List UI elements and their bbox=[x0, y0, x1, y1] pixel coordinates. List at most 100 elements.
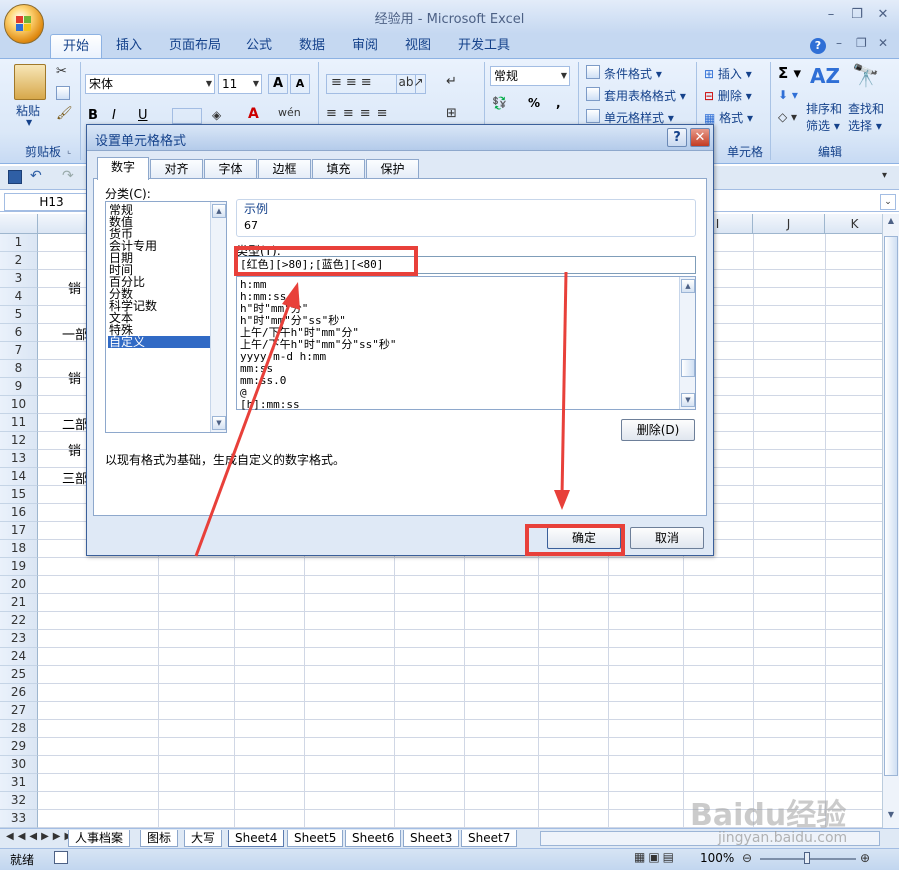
row-header[interactable]: 16 bbox=[0, 504, 38, 522]
insert-cells-button[interactable]: ⊞ 插入 ▾ bbox=[704, 65, 752, 82]
undo-icon[interactable]: ↶ bbox=[30, 168, 42, 184]
row-header[interactable]: 27 bbox=[0, 702, 38, 720]
row-header[interactable]: 33 bbox=[0, 810, 38, 828]
row-header[interactable]: 25 bbox=[0, 666, 38, 684]
format-list[interactable]: h:mm h:mm:ss h"时"mm"分" h"时"mm"分"ss"秒" 上午/下午h… bbox=[236, 276, 696, 411]
expand-formula-icon[interactable]: ⌄ bbox=[880, 194, 896, 210]
sheet-tab[interactable]: 图标 bbox=[140, 830, 179, 847]
delete-format-button[interactable]: 删除(D) bbox=[621, 419, 695, 441]
scroll-down-icon[interactable]: ▼ bbox=[212, 416, 226, 430]
row-header[interactable]: 3 bbox=[0, 270, 38, 288]
row-header[interactable]: 5 bbox=[0, 306, 38, 324]
find-select-icon[interactable]: 🔭 bbox=[852, 64, 879, 89]
row-header[interactable]: 19 bbox=[0, 558, 38, 576]
tab-number[interactable]: 数字 bbox=[97, 157, 149, 180]
scroll-up-icon[interactable]: ▲ bbox=[212, 204, 226, 218]
row-header[interactable]: 14 bbox=[0, 468, 38, 486]
sheet-tab[interactable]: Sheet3 bbox=[403, 830, 460, 847]
paste-icon[interactable] bbox=[14, 64, 46, 100]
tab-formulas[interactable]: 公式 bbox=[234, 34, 284, 58]
row-header[interactable]: 9 bbox=[0, 378, 38, 396]
scroll-up-icon[interactable]: ▲ bbox=[884, 216, 898, 230]
ribbon-restore-icon[interactable]: ❐ bbox=[856, 36, 867, 50]
sheet-tab-active[interactable]: Sheet4 bbox=[228, 830, 285, 847]
autosum-icon[interactable]: Σ ▾ bbox=[778, 64, 801, 82]
help-icon[interactable]: ? bbox=[810, 38, 826, 54]
font-name-combo[interactable]: 宋体 ▼ bbox=[85, 74, 215, 94]
row-header[interactable]: 24 bbox=[0, 648, 38, 666]
zoom-slider-thumb[interactable] bbox=[804, 852, 810, 864]
row-header[interactable]: 8 bbox=[0, 360, 38, 378]
italic-icon[interactable]: I bbox=[112, 108, 116, 123]
ok-button[interactable]: 确定 bbox=[547, 527, 621, 549]
font-color-icon[interactable]: A bbox=[248, 106, 259, 122]
save-icon[interactable] bbox=[8, 170, 22, 184]
number-format-combo[interactable]: 常规 ▼ bbox=[490, 66, 570, 86]
category-list[interactable]: 常规 数值 货币 会计专用 日期 时间 百分比 分数 科学记数 文本 特殊 自定义 ▲ ▼ bbox=[105, 201, 227, 433]
sort-filter-button[interactable]: 排序和 筛选 ▾ bbox=[806, 100, 842, 134]
tab-review[interactable]: 审阅 bbox=[340, 34, 390, 58]
dialog-launcher-icon[interactable]: ⌞ bbox=[67, 146, 71, 156]
delete-cells-button[interactable]: ⊟ 删除 ▾ bbox=[704, 87, 752, 104]
font-size-combo[interactable]: 11 ▼ bbox=[218, 74, 262, 94]
find-select-button[interactable]: 查找和 选择 ▾ bbox=[848, 100, 884, 134]
phonetic-icon[interactable]: wén bbox=[278, 106, 301, 119]
zoom-out-icon[interactable]: ⊖ bbox=[742, 851, 752, 865]
restore-icon[interactable]: ❐ bbox=[846, 6, 868, 24]
scroll-down-icon[interactable]: ▼ bbox=[884, 810, 898, 824]
row-header[interactable]: 26 bbox=[0, 684, 38, 702]
comma-style-button[interactable]: , bbox=[556, 96, 561, 110]
row-header[interactable]: 10 bbox=[0, 396, 38, 414]
horizontal-align-icons[interactable]: ≡≡≡≡ bbox=[326, 106, 446, 126]
grow-font-icon[interactable]: A bbox=[268, 74, 288, 94]
close-icon[interactable]: ✕ bbox=[872, 6, 894, 24]
cancel-button[interactable]: 取消 bbox=[630, 527, 704, 549]
tab-font[interactable]: 字体 bbox=[204, 159, 257, 179]
row-header[interactable]: 18 bbox=[0, 540, 38, 558]
row-header[interactable]: 21 bbox=[0, 594, 38, 612]
format-item[interactable]: [h]:mm:ss bbox=[240, 399, 300, 411]
category-item[interactable]: 自定义 bbox=[108, 336, 210, 348]
tab-page-layout[interactable]: 页面布局 bbox=[157, 34, 233, 58]
fill-icon[interactable]: ⬇ ▾ bbox=[778, 88, 798, 102]
row-header[interactable]: 22 bbox=[0, 612, 38, 630]
row-header[interactable]: 17 bbox=[0, 522, 38, 540]
format-painter-icon[interactable]: 🖌 bbox=[56, 106, 73, 121]
category-scrollbar[interactable]: ▲ ▼ bbox=[210, 202, 226, 432]
row-header[interactable]: 31 bbox=[0, 774, 38, 792]
scroll-up-icon[interactable]: ▲ bbox=[681, 279, 695, 293]
row-header[interactable]: 4 bbox=[0, 288, 38, 306]
row-header[interactable]: 23 bbox=[0, 630, 38, 648]
view-buttons[interactable]: ▦▣▤ bbox=[634, 850, 694, 866]
row-header[interactable]: 12 bbox=[0, 432, 38, 450]
zoom-in-icon[interactable]: ⊕ bbox=[860, 851, 870, 865]
tab-alignment[interactable]: 对齐 bbox=[150, 159, 203, 179]
shrink-font-icon[interactable]: A bbox=[290, 74, 310, 94]
tab-data[interactable]: 数据 bbox=[287, 34, 337, 58]
tab-protection[interactable]: 保护 bbox=[366, 159, 419, 179]
redo-icon[interactable]: ↷ bbox=[62, 168, 74, 184]
tab-insert[interactable]: 插入 bbox=[104, 34, 154, 58]
tab-home[interactable]: 开始 bbox=[50, 34, 103, 58]
macro-record-icon[interactable] bbox=[54, 851, 68, 864]
row-header[interactable]: 11 bbox=[0, 414, 38, 432]
merge-center-icon[interactable]: ⊞ bbox=[446, 106, 468, 126]
format-scrollbar[interactable]: ▲ ▼ bbox=[679, 277, 695, 409]
row-header[interactable]: 32 bbox=[0, 792, 38, 810]
column-header-k[interactable]: K bbox=[825, 214, 882, 234]
row-header[interactable]: 30 bbox=[0, 756, 38, 774]
tab-border[interactable]: 边框 bbox=[258, 159, 311, 179]
tab-fill[interactable]: 填充 bbox=[312, 159, 365, 179]
row-header[interactable]: 2 bbox=[0, 252, 38, 270]
dialog-close-button[interactable]: ✕ bbox=[690, 128, 710, 147]
qat-customize-icon[interactable]: ▾ bbox=[882, 170, 887, 181]
fill-color-icon[interactable]: ◈ bbox=[212, 108, 242, 124]
minimize-icon[interactable]: – bbox=[820, 6, 842, 24]
name-box[interactable]: H13 bbox=[4, 193, 99, 211]
cut-icon[interactable]: ✂ bbox=[56, 64, 67, 79]
clear-icon[interactable]: ◇ ▾ bbox=[778, 110, 797, 124]
sort-filter-icon[interactable]: AZ bbox=[810, 64, 840, 94]
row-header[interactable]: 6 bbox=[0, 324, 38, 342]
select-all-corner[interactable] bbox=[0, 214, 38, 234]
column-header-j[interactable]: J bbox=[753, 214, 825, 234]
